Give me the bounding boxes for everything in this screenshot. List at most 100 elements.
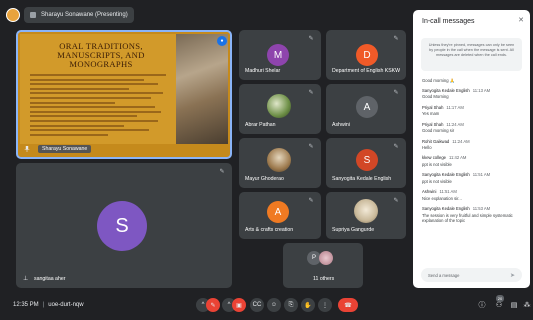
message-text: Nice explanation sir... <box>422 195 462 201</box>
avatar: S <box>97 201 147 251</box>
pip-badge-icon: ● <box>217 36 227 46</box>
presenting-pill[interactable]: Sharayu Sonawane (Presenting) <box>24 7 134 23</box>
presenting-bar: Sharayu Sonawane (Presenting) <box>6 6 134 24</box>
avatar <box>267 94 291 118</box>
mic-off-icon: ✎ <box>393 198 399 204</box>
message-item: kkew college 11:42 AM ppt is not visible <box>422 155 524 167</box>
message-time: 11:24 AM <box>452 138 470 144</box>
avatar: M <box>267 44 289 66</box>
participant-name: Madhuri Shelar <box>245 68 281 74</box>
message-sender: Rohit Gaikwad <box>422 138 450 144</box>
message-text: The session is very fruitful and simple … <box>422 212 513 223</box>
message-time: 11:24 AM <box>446 121 464 127</box>
message-input-placeholder: Send a message <box>428 272 460 278</box>
leave-call-button[interactable]: ☎ <box>338 298 358 312</box>
captions-button[interactable]: CC <box>250 298 264 312</box>
message-sender: Priyal Shah <box>422 104 444 110</box>
participant-name: Department of English KSKW <box>332 68 401 74</box>
avatar: D <box>356 44 378 66</box>
raise-hand-button[interactable]: ✋ <box>301 298 315 312</box>
message-item: Sanyogita Kedale English 11:51 AM ppt is … <box>422 172 524 184</box>
participant-name: Sanyogita Kedale English <box>332 176 392 182</box>
message-item: Priyal Shah 11:24 AM Good morning sir <box>422 122 524 134</box>
participant-name: sangitaa aher <box>34 276 66 282</box>
message-list: Good morning 🙏 Sanyogita Kedale English 1… <box>422 76 524 228</box>
message-sender: Sanyogita Kedale English <box>422 87 470 93</box>
participant-tile[interactable]: ✎ Abrar Pathan <box>239 84 321 134</box>
message-sender: Sanyogita Kedale English <box>422 206 470 212</box>
message-item: Sanyogita Kedale English 11:13 AM Good Mo… <box>422 88 524 100</box>
presenting-label: Sharayu Sonawane (Presenting) <box>41 12 128 18</box>
message-text: Good morning sir <box>422 128 455 134</box>
mic-off-icon: ✎ <box>219 169 225 175</box>
avatar: A <box>267 201 289 223</box>
chat-icon[interactable]: ▤ <box>509 300 519 310</box>
message-item: Priyal Shah 11:17 AM Yes mam <box>422 105 524 117</box>
meeting-code: uoe-durt-nqw <box>48 302 84 308</box>
participant-tile[interactable]: ✎ S Sanyogita Kedale English <box>326 138 406 188</box>
participant-tile[interactable]: ✎ D Department of English KSKW <box>326 30 406 80</box>
mic-off-icon: ✎ <box>308 144 314 150</box>
others-tile[interactable]: P 11 others <box>283 243 363 288</box>
clock-time: 12:35 PM <box>13 302 39 308</box>
participant-name: Ashwini <box>332 122 350 128</box>
avatar: S <box>356 149 378 171</box>
others-label: 11 others <box>313 276 335 282</box>
mic-off-icon: ✎ <box>393 144 399 150</box>
participant-name: Abrar Pathan <box>245 122 276 128</box>
participant-tile[interactable]: ✎ M Madhuri Shelar <box>239 30 321 80</box>
message-text: ppt is not visible <box>422 161 452 167</box>
message-time: 11:53 AM <box>472 206 491 212</box>
slide-image <box>176 34 228 144</box>
message-sender: Sanyogita Kedale English <box>422 172 470 178</box>
message-sender: Priyal Shah <box>422 121 444 127</box>
presenter-name: Sharayu Sonawane <box>38 145 92 153</box>
activities-icon[interactable]: ⁂ <box>522 300 532 310</box>
more-options-button[interactable]: ⋮ <box>318 298 332 312</box>
message-time: 11:17 AM <box>446 104 464 110</box>
send-icon[interactable]: ➤ <box>510 272 515 279</box>
avatar <box>267 148 291 172</box>
pin-icon[interactable] <box>24 146 30 152</box>
participant-tile[interactable]: ✎ Supriya Gangurde <box>326 192 406 239</box>
participant-tile[interactable]: ✎ A Ashwini <box>326 84 406 134</box>
participant-tile-large[interactable]: ✎ S sangitaa aher ⊥ <box>16 163 232 288</box>
slide-body-text <box>30 74 172 138</box>
mic-off-icon: ✎ <box>308 198 314 204</box>
presenter-avatar <box>6 8 20 22</box>
people-icon[interactable]: ⚇ <box>494 300 504 310</box>
chat-panel: In-call messages ✕ Unless they're pinned… <box>413 10 530 288</box>
message-text: Yes mam <box>422 111 440 117</box>
control-bar: 12:35 PM | uoe-durt-nqw ^ ✎ ^ ▣ CC ☺ ⎘ ✋ ⋮… <box>0 292 533 320</box>
chat-title: In-call messages <box>422 18 475 25</box>
present-button[interactable]: ⎘ <box>284 298 298 312</box>
message-time: 11:42 AM <box>448 155 467 161</box>
avatar <box>319 251 333 265</box>
message-input[interactable]: Send a message ➤ <box>421 268 522 282</box>
message-item: Ashwini 11:51 AM Nice explanation sir... <box>422 189 524 201</box>
participant-tile[interactable]: ✎ Mayur Ghoderao <box>239 138 321 188</box>
message-text: ppt is not visible <box>422 178 452 184</box>
pin-icon[interactable]: ⊥ <box>23 276 29 282</box>
camera-off-icon[interactable]: ▣ <box>232 298 246 312</box>
mic-off-icon: ✎ <box>308 36 314 42</box>
info-icon[interactable]: ⓘ <box>477 300 487 310</box>
presenter-name-bar: Sharayu Sonawane <box>24 145 92 153</box>
message-time: 11:51 AM <box>439 189 457 195</box>
close-icon[interactable]: ✕ <box>518 16 524 24</box>
avatar <box>354 199 378 223</box>
message-item: Rohit Gaikwad 11:24 AM Hello <box>422 139 524 151</box>
participant-name: Supriya Gangurde <box>332 227 375 233</box>
presentation-tile[interactable]: ORAL TRADITIONS, MANUSCRIPTS, AND MONOGR… <box>16 30 232 159</box>
message-text: Hello <box>422 145 432 151</box>
message-sender: kkew college <box>422 155 446 161</box>
emoji-button[interactable]: ☺ <box>267 298 281 312</box>
slide-title: ORAL TRADITIONS, MANUSCRIPTS, AND MONOGR… <box>57 41 145 69</box>
participant-name: Arts & crafts creation <box>245 227 294 233</box>
avatar: A <box>356 96 378 118</box>
message-sender: Ashwini <box>422 189 437 195</box>
mic-off-icon[interactable]: ✎ <box>206 298 220 312</box>
message-time: 11:13 AM <box>472 87 491 93</box>
participant-tile[interactable]: ✎ A Arts & crafts creation <box>239 192 321 239</box>
message-time: 11:51 AM <box>472 172 491 178</box>
